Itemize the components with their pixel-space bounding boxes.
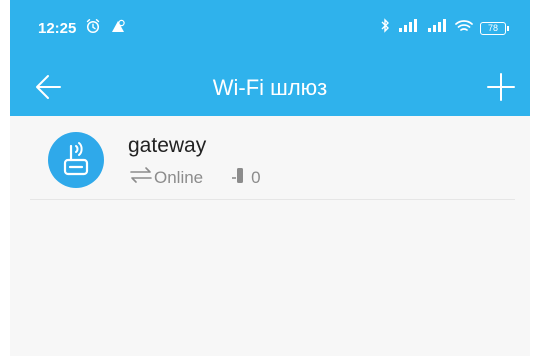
plus-icon[interactable] — [484, 70, 518, 104]
device-row[interactable]: gateway Online 0 — [30, 116, 515, 200]
device-count-icon — [231, 166, 247, 189]
device-status: Online — [154, 167, 204, 187]
signal-icon — [397, 18, 419, 38]
wifi-icon — [455, 19, 473, 38]
app-bar: Wi-Fi шлюз — [10, 58, 530, 116]
device-list: gateway Online 0 — [10, 116, 530, 356]
device-name: gateway — [128, 134, 207, 157]
bluetooth-icon — [380, 18, 390, 38]
status-time: 12:25 — [38, 20, 77, 37]
alarm-clock-icon — [85, 18, 101, 39]
status-bar: 12:25 78 — [10, 0, 530, 58]
status-icons: 78 — [380, 18, 509, 38]
swap-arrows-icon — [128, 166, 154, 189]
device-count: 0 — [251, 167, 261, 187]
device-meta: Online 0 — [128, 166, 261, 189]
signal-icon — [426, 18, 448, 38]
app-frame: 12:25 78 Wi-Fi шлюз gateway Online 0 — [10, 0, 530, 356]
page-title: Wi-Fi шлюз — [212, 75, 328, 100]
router-icon — [48, 132, 104, 188]
notification-app-icon — [110, 18, 126, 39]
battery-icon: 78 — [480, 21, 509, 35]
